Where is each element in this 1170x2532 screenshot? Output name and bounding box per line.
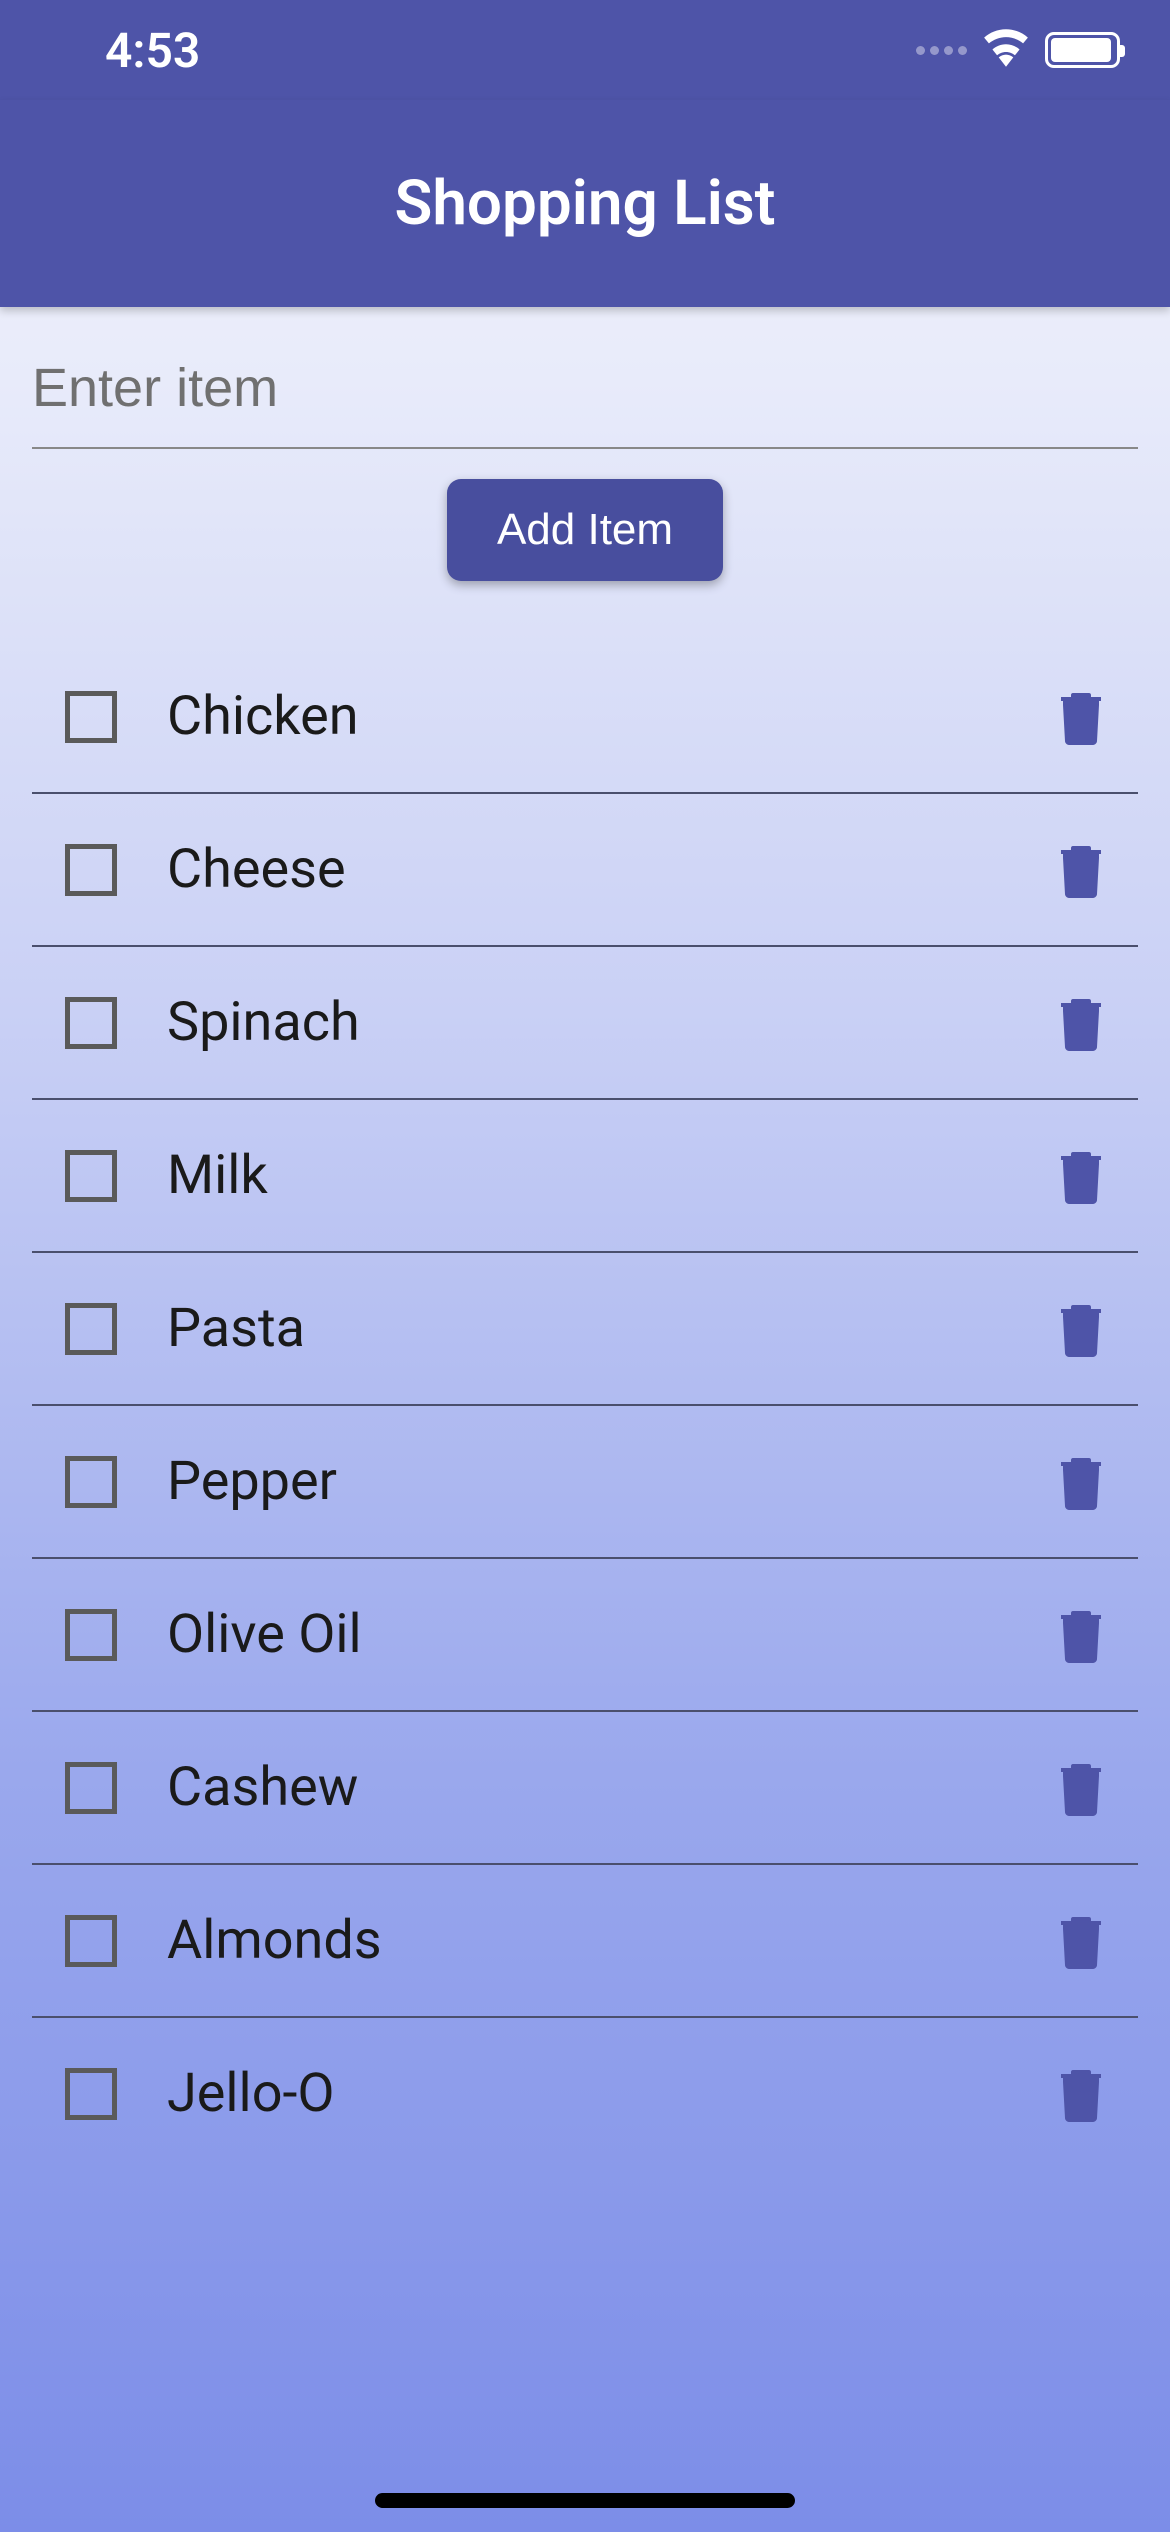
trash-icon[interactable]: [1057, 842, 1105, 898]
list-item: Jello-O: [32, 2018, 1138, 2169]
status-icons: [916, 29, 1120, 71]
list-item: Olive Oil: [32, 1559, 1138, 1712]
list-item: Milk: [32, 1100, 1138, 1253]
item-label: Pasta: [167, 1297, 1057, 1360]
item-checkbox[interactable]: [65, 1762, 117, 1814]
item-label: Spinach: [167, 991, 1057, 1054]
item-checkbox[interactable]: [65, 1150, 117, 1202]
item-label: Jello-O: [167, 2062, 1057, 2125]
item-checkbox[interactable]: [65, 1303, 117, 1355]
item-checkbox[interactable]: [65, 997, 117, 1049]
item-checkbox[interactable]: [65, 844, 117, 896]
list-item: Pasta: [32, 1253, 1138, 1406]
item-checkbox[interactable]: [65, 1456, 117, 1508]
trash-icon[interactable]: [1057, 1913, 1105, 1969]
item-label: Cheese: [167, 838, 1057, 901]
trash-icon[interactable]: [1057, 995, 1105, 1051]
item-input[interactable]: [32, 345, 1138, 449]
item-checkbox[interactable]: [65, 691, 117, 743]
trash-icon[interactable]: [1057, 2066, 1105, 2122]
home-indicator[interactable]: [375, 2493, 795, 2508]
add-item-button[interactable]: Add Item: [447, 479, 723, 581]
item-label: Milk: [167, 1144, 1057, 1207]
app-header: Shopping List: [0, 100, 1170, 307]
trash-icon[interactable]: [1057, 1148, 1105, 1204]
list-item: Almonds: [32, 1865, 1138, 2018]
status-bar: 4:53: [0, 0, 1170, 100]
trash-icon[interactable]: [1057, 689, 1105, 745]
list-item: Chicken: [32, 641, 1138, 794]
item-label: Pepper: [167, 1450, 1057, 1513]
item-checkbox[interactable]: [65, 1609, 117, 1661]
list-item: Pepper: [32, 1406, 1138, 1559]
page-title: Shopping List: [394, 167, 775, 240]
list-item: Cheese: [32, 794, 1138, 947]
trash-icon[interactable]: [1057, 1760, 1105, 1816]
item-label: Chicken: [167, 685, 1057, 748]
trash-icon[interactable]: [1057, 1454, 1105, 1510]
item-label: Almonds: [167, 1909, 1057, 1972]
item-checkbox[interactable]: [65, 1915, 117, 1967]
trash-icon[interactable]: [1057, 1301, 1105, 1357]
wifi-icon: [981, 29, 1031, 71]
item-label: Olive Oil: [167, 1603, 1057, 1666]
trash-icon[interactable]: [1057, 1607, 1105, 1663]
list-item: Cashew: [32, 1712, 1138, 1865]
status-time: 4:53: [105, 22, 200, 79]
shopping-list: Chicken Cheese Spinach Milk Pasta Pepper: [0, 641, 1170, 2169]
battery-icon: [1045, 32, 1120, 68]
item-checkbox[interactable]: [65, 2068, 117, 2120]
add-button-container: Add Item: [0, 449, 1170, 641]
item-label: Cashew: [167, 1756, 1057, 1819]
input-area: [0, 307, 1170, 449]
list-item: Spinach: [32, 947, 1138, 1100]
cellular-dots-icon: [916, 46, 967, 55]
